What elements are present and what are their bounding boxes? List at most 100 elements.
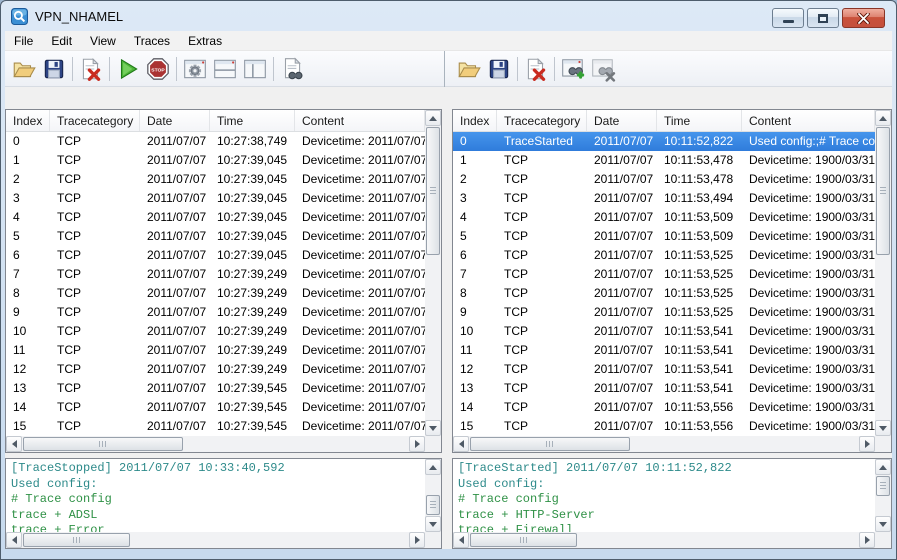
column-header-time[interactable]: Time [210,110,295,131]
table-row[interactable]: 2TCP2011/07/0710:11:53,478Devicetime: 19… [453,170,875,189]
table-row[interactable]: 0TCP2011/07/0710:27:38,749Devicetime: 20… [6,132,425,151]
add-view-button[interactable] [558,54,588,84]
table-row[interactable]: 0TraceStarted2011/07/0710:11:52,822Used … [453,132,875,151]
table-row[interactable]: 14TCP2011/07/0710:27:39,545Devicetime: 2… [6,398,425,417]
menu-traces[interactable]: Traces [125,31,179,50]
scrollbar-thumb[interactable] [876,476,890,496]
column-header-content[interactable]: Content [295,110,425,131]
table-row[interactable]: 12TCP2011/07/0710:11:53,541Devicetime: 1… [453,360,875,379]
scroll-right-button[interactable] [859,436,875,452]
start-trace-button[interactable] [113,54,143,84]
split-vertical-button[interactable] [240,54,270,84]
stop-trace-button[interactable]: STOP [143,54,173,84]
table-row[interactable]: 10TCP2011/07/0710:27:39,249Devicetime: 2… [6,322,425,341]
horizontal-scrollbar[interactable] [6,436,425,452]
scroll-right-button[interactable] [409,532,425,548]
menu-extras[interactable]: Extras [179,31,231,50]
table-row[interactable]: 6TCP2011/07/0710:11:53,525Devicetime: 19… [453,246,875,265]
scrollbar-thumb[interactable] [426,127,440,255]
column-header-tracecategory[interactable]: Tracecategory [497,110,587,131]
scroll-left-button[interactable] [453,532,469,548]
table-row[interactable]: 9TCP2011/07/0710:11:53,525Devicetime: 19… [453,303,875,322]
open-trace-button[interactable] [454,54,484,84]
table-row[interactable]: 11TCP2011/07/0710:27:39,249Devicetime: 2… [6,341,425,360]
scroll-right-button[interactable] [859,532,875,548]
menu-edit[interactable]: Edit [42,31,81,50]
scroll-down-button[interactable] [875,516,891,532]
table-row[interactable]: 13TCP2011/07/0710:27:39,545Devicetime: 2… [6,379,425,398]
vertical-scrollbar[interactable] [425,459,441,532]
save-trace-button[interactable] [39,54,69,84]
table-row[interactable]: 7TCP2011/07/0710:11:53,525Devicetime: 19… [453,265,875,284]
column-header-time[interactable]: Time [657,110,742,131]
open-trace-button[interactable] [9,54,39,84]
column-header-index[interactable]: Index [453,110,497,131]
split-horizontal-button[interactable] [210,54,240,84]
titlebar[interactable]: VPN_NHAMEL [1,1,896,31]
vertical-scrollbar[interactable] [425,110,441,436]
delete-trace-button[interactable] [76,54,106,84]
table-row[interactable]: 9TCP2011/07/0710:27:39,249Devicetime: 20… [6,303,425,322]
scroll-left-button[interactable] [6,436,22,452]
scroll-up-button[interactable] [875,110,891,126]
table-row[interactable]: 5TCP2011/07/0710:27:39,045Devicetime: 20… [6,227,425,246]
scrollbar-thumb[interactable] [23,533,130,547]
table-row[interactable]: 3TCP2011/07/0710:27:39,045Devicetime: 20… [6,189,425,208]
vertical-scrollbar[interactable] [875,110,891,436]
table-row[interactable]: 4TCP2011/07/0710:27:39,045Devicetime: 20… [6,208,425,227]
scroll-right-button[interactable] [409,436,425,452]
table-row[interactable]: 6TCP2011/07/0710:27:39,045Devicetime: 20… [6,246,425,265]
find-trace-button[interactable] [277,54,307,84]
table-row[interactable]: 10TCP2011/07/0710:11:53,541Devicetime: 1… [453,322,875,341]
table-row[interactable]: 3TCP2011/07/0710:11:53,494Devicetime: 19… [453,189,875,208]
trace-config-button[interactable] [180,54,210,84]
scrollbar-thumb[interactable] [470,437,630,451]
scrollbar-thumb[interactable] [876,127,890,255]
scroll-down-button[interactable] [875,420,891,436]
scroll-down-button[interactable] [425,516,441,532]
table-row[interactable]: 1TCP2011/07/0710:11:53,478Devicetime: 19… [453,151,875,170]
scroll-down-button[interactable] [425,420,441,436]
table-row[interactable]: 15TCP2011/07/0710:27:39,545Devicetime: 2… [6,417,425,436]
table-row[interactable]: 14TCP2011/07/0710:11:53,556Devicetime: 1… [453,398,875,417]
close-button[interactable] [842,8,885,28]
column-header-date[interactable]: Date [587,110,657,131]
table-row[interactable]: 7TCP2011/07/0710:27:39,249Devicetime: 20… [6,265,425,284]
scroll-up-button[interactable] [875,459,891,475]
scroll-left-button[interactable] [453,436,469,452]
column-header-tracecategory[interactable]: Tracecategory [50,110,140,131]
menu-file[interactable]: File [5,31,42,50]
scroll-left-button[interactable] [6,532,22,548]
maximize-button[interactable] [807,8,839,28]
table-body[interactable]: 0TraceStarted2011/07/0710:11:52,822Used … [453,132,875,436]
delete-trace-button[interactable] [521,54,551,84]
table-row[interactable]: 8TCP2011/07/0710:27:39,249Devicetime: 20… [6,284,425,303]
horizontal-scrollbar[interactable] [453,532,875,548]
scrollbar-thumb[interactable] [470,533,577,547]
scrollbar-thumb[interactable] [23,437,183,451]
scroll-up-button[interactable] [425,459,441,475]
column-header-content[interactable]: Content [742,110,875,131]
table-body[interactable]: 0TCP2011/07/0710:27:38,749Devicetime: 20… [6,132,425,436]
horizontal-scrollbar[interactable] [6,532,425,548]
vertical-scrollbar[interactable] [875,459,891,532]
save-trace-button[interactable] [484,54,514,84]
table-row[interactable]: 8TCP2011/07/0710:11:53,525Devicetime: 19… [453,284,875,303]
table-row[interactable]: 15TCP2011/07/0710:11:53,556Devicetime: 1… [453,417,875,436]
table-cell: 10:27:39,045 [210,208,295,227]
column-header-date[interactable]: Date [140,110,210,131]
column-header-index[interactable]: Index [6,110,50,131]
table-row[interactable]: 13TCP2011/07/0710:11:53,541Devicetime: 1… [453,379,875,398]
scrollbar-thumb[interactable] [426,495,440,515]
table-row[interactable]: 5TCP2011/07/0710:11:53,509Devicetime: 19… [453,227,875,246]
scroll-up-button[interactable] [425,110,441,126]
remove-view-button[interactable] [588,54,618,84]
minimize-button[interactable] [772,8,804,28]
menu-view[interactable]: View [81,31,125,50]
table-row[interactable]: 1TCP2011/07/0710:27:39,045Devicetime: 20… [6,151,425,170]
horizontal-scrollbar[interactable] [453,436,875,452]
table-row[interactable]: 11TCP2011/07/0710:11:53,541Devicetime: 1… [453,341,875,360]
table-row[interactable]: 2TCP2011/07/0710:27:39,045Devicetime: 20… [6,170,425,189]
table-row[interactable]: 4TCP2011/07/0710:11:53,509Devicetime: 19… [453,208,875,227]
table-row[interactable]: 12TCP2011/07/0710:27:39,249Devicetime: 2… [6,360,425,379]
